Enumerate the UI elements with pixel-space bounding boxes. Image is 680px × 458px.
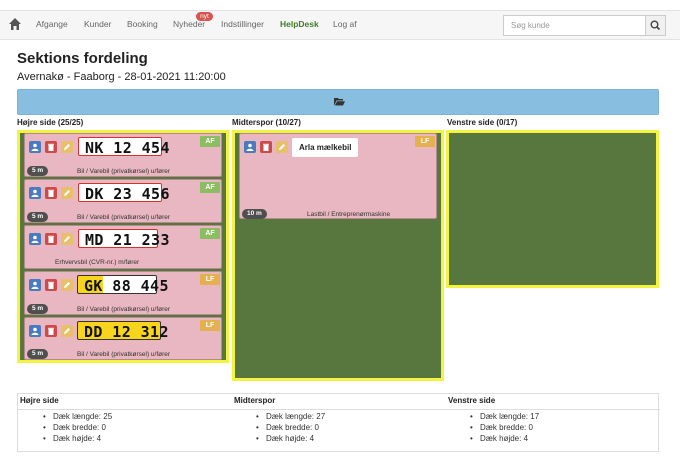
home-icon[interactable] bbox=[8, 17, 22, 31]
length-badge: 10 m bbox=[242, 209, 267, 219]
vehicle-card[interactable]: GK 88 445 LF 5 m Bil / Varebil (privatkø… bbox=[24, 271, 222, 315]
vehicle-type: Bil / Varebil (privatkørsel) u/fører bbox=[77, 306, 171, 313]
vehicle-type: Bil / Varebil (privatkørsel) u/fører bbox=[77, 214, 171, 221]
vehicle-card[interactable]: NK 12 454 AF 5 m Bil / Varebil (privatkø… bbox=[24, 133, 222, 177]
pencil-icon[interactable] bbox=[61, 141, 73, 153]
summary-head-midterspor: Midterspor bbox=[234, 396, 276, 405]
user-icon[interactable] bbox=[29, 279, 41, 291]
pencil-icon[interactable] bbox=[61, 233, 73, 245]
list-item: Dæk højde: 4 bbox=[470, 433, 539, 444]
list-item: Dæk bredde: 0 bbox=[256, 422, 325, 433]
summary-divider bbox=[18, 409, 660, 410]
summary-list-venstre: Dæk længde: 17 Dæk bredde: 0 Dæk højde: … bbox=[470, 411, 539, 444]
length-badge: 5 m bbox=[27, 304, 49, 314]
af-tag: AF bbox=[200, 136, 220, 147]
nav-indstillinger[interactable]: Indstillinger bbox=[221, 19, 264, 29]
length-badge: 5 m bbox=[27, 212, 49, 222]
trash-icon[interactable] bbox=[45, 325, 57, 337]
vehicle-type: Lastbil / Entreprenørmaskine bbox=[307, 211, 391, 218]
lf-tag: LF bbox=[415, 136, 435, 147]
vehicle-card[interactable]: DD 12 312 LF 5 m Bil / Varebil (privatkø… bbox=[24, 317, 222, 360]
summary-table: Højre side Dæk længde: 25 Dæk bredde: 0 … bbox=[17, 393, 660, 452]
list-item: Dæk bredde: 0 bbox=[43, 422, 112, 433]
license-plate: GK 88 445 bbox=[77, 275, 168, 295]
nav-booking[interactable]: Booking bbox=[127, 19, 158, 29]
nav-log-af[interactable]: Log af bbox=[333, 19, 357, 29]
list-item: Dæk længde: 17 bbox=[470, 411, 539, 422]
search-input[interactable]: Søg kunde bbox=[503, 15, 646, 36]
user-icon[interactable] bbox=[29, 325, 41, 337]
vehicle-card[interactable]: MD 21 233 AF Erhvervsbil (CVR-nr.) m/før… bbox=[24, 225, 222, 269]
license-plate: NK 12 454 bbox=[78, 137, 169, 157]
trash-icon[interactable] bbox=[45, 233, 57, 245]
vehicle-name-label: Arla mælkebil bbox=[292, 138, 359, 157]
length-badge: 5 m bbox=[27, 349, 49, 359]
search-icon bbox=[650, 20, 661, 31]
pencil-icon[interactable] bbox=[276, 141, 288, 153]
user-icon[interactable] bbox=[29, 141, 41, 153]
folder-open-icon bbox=[334, 98, 345, 106]
trash-icon[interactable] bbox=[45, 141, 57, 153]
trash-icon[interactable] bbox=[45, 187, 57, 199]
trash-icon[interactable] bbox=[260, 141, 272, 153]
user-icon[interactable] bbox=[29, 233, 41, 245]
summary-list-hoejre: Dæk længde: 25 Dæk bredde: 0 Dæk højde: … bbox=[43, 411, 112, 444]
page-title: Sektions fordeling bbox=[17, 50, 148, 67]
summary-head-venstre: Venstre side bbox=[448, 396, 496, 405]
folder-banner-button[interactable] bbox=[17, 89, 659, 115]
search-button[interactable] bbox=[645, 15, 666, 36]
list-item: Dæk længde: 25 bbox=[43, 411, 112, 422]
list-item: Dæk bredde: 0 bbox=[470, 422, 539, 433]
lf-tag: LF bbox=[200, 274, 220, 285]
vehicle-type: Bil / Varebil (privatkørsel) u/fører bbox=[77, 351, 171, 358]
license-plate: MD 21 233 bbox=[78, 229, 169, 249]
vehicle-card[interactable]: DK 23 456 AF 5 m Bil / Varebil (privatkø… bbox=[24, 179, 222, 223]
list-item: Dæk højde: 4 bbox=[256, 433, 325, 444]
lane-label-hoejre: Højre side (25/25) bbox=[17, 118, 84, 127]
lane-label-midterspor: Midterspor (10/27) bbox=[232, 118, 301, 127]
user-icon[interactable] bbox=[29, 187, 41, 199]
trash-icon[interactable] bbox=[45, 279, 57, 291]
pencil-icon[interactable] bbox=[61, 279, 73, 291]
license-plate: DK 23 456 bbox=[78, 183, 169, 203]
list-item: Dæk længde: 27 bbox=[256, 411, 325, 422]
news-badge: nyt bbox=[196, 12, 213, 21]
nav-afgange[interactable]: Afgange bbox=[36, 19, 68, 29]
length-badge: 5 m bbox=[27, 166, 49, 176]
af-tag: AF bbox=[200, 228, 220, 239]
nav-helpdesk[interactable]: HelpDesk bbox=[280, 19, 319, 29]
list-item: Dæk højde: 4 bbox=[43, 433, 112, 444]
lane-venstre-side[interactable] bbox=[446, 130, 659, 288]
summary-list-midterspor: Dæk længde: 27 Dæk bredde: 0 Dæk højde: … bbox=[256, 411, 325, 444]
lane-label-venstre: Venstre side (0/17) bbox=[447, 118, 518, 127]
vehicle-card[interactable]: Arla mælkebil LF 10 m Lastbil / Entrepre… bbox=[239, 133, 437, 219]
pencil-icon[interactable] bbox=[61, 187, 73, 199]
lf-tag: LF bbox=[200, 320, 220, 331]
vehicle-type: Erhvervsbil (CVR-nr.) m/fører bbox=[55, 259, 140, 266]
page-subtitle: Avernakø - Faaborg - 28-01-2021 11:20:00 bbox=[17, 71, 226, 83]
pencil-icon[interactable] bbox=[61, 325, 73, 337]
license-plate: DD 12 312 bbox=[77, 321, 168, 341]
nav-kunder[interactable]: Kunder bbox=[84, 19, 111, 29]
user-icon[interactable] bbox=[244, 141, 256, 153]
vehicle-type: Bil / Varebil (privatkørsel) u/fører bbox=[77, 168, 171, 175]
af-tag: AF bbox=[200, 182, 220, 193]
summary-head-hoejre: Højre side bbox=[20, 396, 59, 405]
